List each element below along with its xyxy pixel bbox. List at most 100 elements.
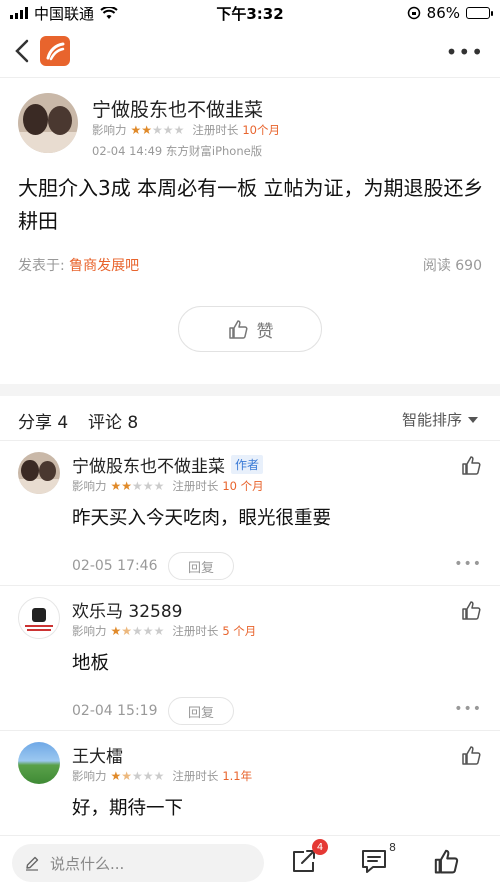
reg-label: 注册时长 xyxy=(192,123,239,137)
status-bar: 中国联通 下午3:32 86% xyxy=(0,0,500,26)
star-icon: ★ xyxy=(121,624,133,638)
post-body: 大胆介入3成 本周必有一板 立帖为证，为期退股还乡耕田 xyxy=(18,176,484,233)
commenter-name[interactable]: 欢乐马 32589 xyxy=(72,597,182,622)
star-icon: ★ xyxy=(162,123,174,137)
read-count: 阅读 690 xyxy=(422,258,482,274)
post-author-name[interactable]: 宁做股东也不做韭菜 xyxy=(92,95,263,122)
comment-like-button[interactable] xyxy=(460,599,482,625)
influence-label: 影响力 xyxy=(72,479,107,493)
more-options-button[interactable]: ••• xyxy=(446,40,484,64)
bottom-action-bar: 说点什么... 4 8 xyxy=(0,835,500,889)
forum-link[interactable]: 鲁商发展吧 xyxy=(69,258,139,274)
status-right: 86% xyxy=(407,4,493,22)
like-label: 赞 xyxy=(256,321,274,342)
nav-divider xyxy=(0,77,500,78)
commenter-name[interactable]: 王大檑 xyxy=(72,742,123,767)
comment-more-button[interactable]: ••• xyxy=(454,556,482,572)
reg-label: 注册时长 xyxy=(172,624,219,638)
comment-input[interactable]: 说点什么... xyxy=(12,844,264,882)
like-button[interactable]: 赞 xyxy=(178,306,322,352)
star-icon: ★ xyxy=(153,479,165,493)
star-icon: ★ xyxy=(132,769,143,783)
comment-tabs: 分享 4 评论 8 智能排序 xyxy=(0,396,500,440)
reply-button[interactable]: 回复 xyxy=(168,697,234,725)
comment-count: 8 xyxy=(389,841,396,854)
star-icon: ★ xyxy=(110,769,122,783)
author-avatar[interactable] xyxy=(18,93,78,153)
app-logo[interactable] xyxy=(40,36,70,66)
reg-label: 注册时长 xyxy=(172,769,219,783)
tab-comment[interactable]: 评论 8 xyxy=(88,408,138,433)
post-author-meta: 影响力 ★ ★ ★ ★ ★ 注册时长 10个月 xyxy=(92,122,280,138)
comment-item: 欢乐马 32589 影响力 ★ ★ ★ ★ ★ 注册时长 5 个月 地板 02-04 1… xyxy=(0,597,500,733)
author-tag: 作者 xyxy=(231,455,264,474)
bottom-like-button[interactable] xyxy=(432,847,460,879)
influence-stars: ★ ★ ★ ★ ★ xyxy=(131,124,185,136)
sort-label: 智能排序 xyxy=(401,411,462,429)
nav-bar: ••• xyxy=(0,26,500,76)
star-icon: ★ xyxy=(153,624,165,638)
comment-text: 地板 xyxy=(72,653,110,674)
influence-label: 影响力 xyxy=(72,624,107,638)
thumbs-up-icon xyxy=(462,456,481,475)
commenter-meta: 影响力 ★ ★ ★ ★ ★ 注册时长 10 个月 xyxy=(72,478,264,494)
battery-icon xyxy=(466,7,493,19)
reg-value: 5 个月 xyxy=(222,624,257,638)
chevron-left-icon xyxy=(15,39,29,63)
reg-value: 10 个月 xyxy=(222,479,264,493)
sort-dropdown[interactable]: 智能排序 xyxy=(402,409,478,430)
star-icon: ★ xyxy=(152,123,163,137)
comment-input-placeholder: 说点什么... xyxy=(50,854,125,873)
battery-percent: 86% xyxy=(426,4,460,22)
commenter-avatar[interactable] xyxy=(18,742,60,784)
influence-stars: ★ ★ ★ ★ ★ xyxy=(111,625,165,637)
share-button[interactable]: 4 xyxy=(290,839,328,879)
influence-label: 影响力 xyxy=(72,769,107,783)
comment-time: 02-05 17:46 xyxy=(72,558,158,574)
commenter-avatar[interactable] xyxy=(18,452,60,494)
star-icon: ★ xyxy=(110,624,122,638)
reg-value: 10个月 xyxy=(242,123,280,137)
tab-share[interactable]: 分享 4 xyxy=(18,408,68,433)
back-button[interactable] xyxy=(12,37,36,65)
influence-stars: ★ ★ ★ ★ ★ xyxy=(111,770,165,782)
comment-time: 02-04 15:19 xyxy=(72,703,158,719)
commenter-name-row: 宁做股东也不做韭菜 作者 xyxy=(72,452,264,477)
comment-button[interactable]: 8 xyxy=(360,841,396,879)
reply-button[interactable]: 回复 xyxy=(168,552,234,580)
comment-more-button[interactable]: ••• xyxy=(454,701,482,717)
commenter-meta: 影响力 ★ ★ ★ ★ ★ 注册时长 1.1年 xyxy=(72,768,252,784)
reg-value: 1.1年 xyxy=(222,769,253,783)
pencil-icon xyxy=(26,856,39,871)
commenter-meta: 影响力 ★ ★ ★ ★ ★ 注册时长 5 个月 xyxy=(72,623,256,639)
star-icon: ★ xyxy=(142,479,154,493)
commenter-avatar[interactable] xyxy=(18,597,60,639)
thumbs-up-icon xyxy=(462,746,481,765)
thumbs-up-icon xyxy=(434,849,459,874)
comment-icon xyxy=(362,850,386,873)
star-icon: ★ xyxy=(110,479,122,493)
star-icon: ★ xyxy=(121,769,133,783)
comment-text: 昨天买入今天吃肉，眼光很重要 xyxy=(72,508,332,529)
star-icon: ★ xyxy=(130,123,142,137)
star-icon: ★ xyxy=(141,123,153,137)
caret-down-icon xyxy=(468,416,478,423)
comment-text: 好，期待一下 xyxy=(72,798,184,819)
star-icon: ★ xyxy=(142,624,154,638)
star-icon: ★ xyxy=(132,479,143,493)
section-gap xyxy=(0,384,500,396)
comment-item: 宁做股东也不做韭菜 作者 影响力 ★ ★ ★ ★ ★ 注册时长 10 个月 昨天买入今天… xyxy=(0,452,500,588)
guba-logo-icon xyxy=(46,42,65,61)
comment-like-button[interactable] xyxy=(460,454,482,480)
rotation-lock-icon xyxy=(407,6,420,20)
post-header: 宁做股东也不做韭菜 影响力 ★ ★ ★ ★ ★ 注册时长 10个月 02-04 14:4… xyxy=(18,93,488,159)
comment-item: 王大檑 影响力 ★ ★ ★ ★ ★ 注册时长 1.1年 好，期待一下 xyxy=(0,742,500,834)
commenter-name[interactable]: 宁做股东也不做韭菜 xyxy=(72,452,225,477)
commenter-name-row: 王大檑 xyxy=(72,742,123,767)
thumbs-up-icon xyxy=(228,320,248,339)
comment-divider xyxy=(0,585,500,586)
share-count-badge: 4 xyxy=(312,839,328,855)
tabs-divider xyxy=(0,440,500,441)
post-time: 02-04 14:49 东方财富iPhone版 xyxy=(92,144,263,158)
comment-like-button[interactable] xyxy=(460,744,482,770)
